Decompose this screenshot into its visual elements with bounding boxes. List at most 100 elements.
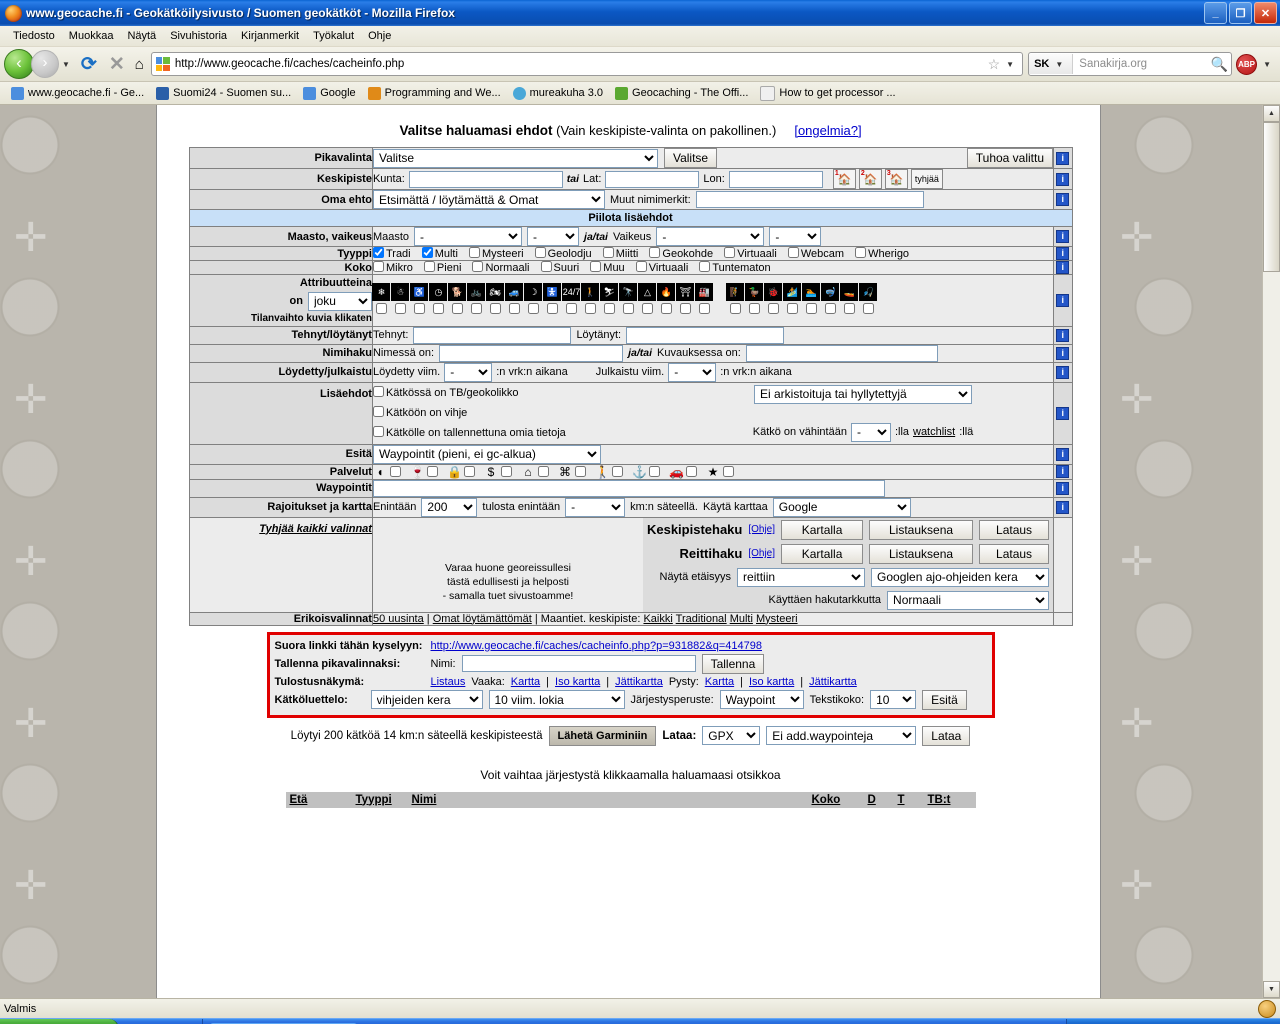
link-vaaka-iso-kartta[interactable]: Iso kartta <box>555 676 600 688</box>
tradi-checkbox[interactable] <box>373 247 384 258</box>
service-8-checkbox[interactable] <box>686 466 697 477</box>
close-button[interactable]: ✕ <box>1254 2 1277 24</box>
service-3-checkbox[interactable] <box>501 466 512 477</box>
checkbox-wherigo[interactable]: Wherigo <box>855 248 909 260</box>
bookmark-item[interactable]: www.geocache.fi - Ge... <box>6 86 149 101</box>
checkbox-geolodju[interactable]: Geolodju <box>535 248 592 260</box>
link-pysty-kartta[interactable]: Kartta <box>705 676 734 688</box>
attribute-a-6-checkbox[interactable] <box>490 303 501 314</box>
service-7-checkbox[interactable] <box>649 466 660 477</box>
info-nimihaku[interactable]: i <box>1054 344 1072 362</box>
info-esita[interactable]: i <box>1054 444 1072 464</box>
attribute-b-6-icon[interactable]: 🚤 <box>840 283 858 301</box>
link-omat-loytamattomat[interactable]: Omat löytämättömät <box>433 613 532 625</box>
kuvauksessa-input[interactable] <box>746 345 938 362</box>
julkaistu-days-select[interactable]: - <box>668 363 716 382</box>
keskipistehaku-help-link[interactable]: [Ohje] <box>748 524 775 535</box>
attribute-a-14-checkbox[interactable] <box>642 303 653 314</box>
column-eta[interactable]: Etä <box>286 792 352 808</box>
attribute-a-3-checkbox[interactable] <box>433 303 444 314</box>
checkbox-mikro[interactable]: Mikro <box>373 262 413 274</box>
attribute-a-1-checkbox[interactable] <box>395 303 406 314</box>
attribute-a-11-checkbox[interactable] <box>585 303 596 314</box>
attribute-a-7-checkbox[interactable] <box>509 303 520 314</box>
format-select[interactable]: GPX <box>702 726 760 745</box>
search-input[interactable]: Sanakirja.org <box>1073 58 1207 70</box>
checkbox-omia-tietoja[interactable]: Kätkölle on tallennettuna omia tietoja <box>373 423 673 443</box>
info-lisaehdot[interactable]: i <box>1054 382 1072 444</box>
oma-ehto-select[interactable]: Etsimättä / löytämättä & Omat <box>373 190 605 209</box>
lon-input[interactable] <box>729 171 823 188</box>
attribute-b-3-checkbox[interactable] <box>787 303 798 314</box>
bookmark-item[interactable]: mureakuha 3.0 <box>508 86 608 101</box>
column-tbt-link[interactable]: TB:t <box>928 794 951 806</box>
home-icon[interactable]: ⌂ <box>135 56 144 73</box>
column-koko[interactable]: Koko <box>808 792 864 808</box>
column-d[interactable]: D <box>864 792 894 808</box>
menu-sivuhistoria[interactable]: Sivuhistoria <box>163 28 234 44</box>
checkbox-pieni[interactable]: Pieni <box>424 262 461 274</box>
attribute-a-13-checkbox[interactable] <box>623 303 634 314</box>
tallenna-button[interactable]: Tallenna <box>702 654 765 674</box>
maasto-to-select[interactable]: - <box>527 227 579 246</box>
multi-checkbox[interactable] <box>422 247 433 258</box>
column-tbt[interactable]: TB:t <box>924 792 976 808</box>
checkbox-muu[interactable]: Muu <box>590 262 624 274</box>
attribute-a-4-checkbox[interactable] <box>452 303 463 314</box>
tyhjaa-kaikki-link[interactable]: Tyhjää kaikki valinnat <box>259 523 372 535</box>
attribute-a-10-icon[interactable]: 24/7 <box>562 283 580 301</box>
urlbar-dropdown-icon[interactable]: ▼ <box>1006 60 1014 69</box>
attribute-b-7-checkbox[interactable] <box>863 303 874 314</box>
scroll-down-button[interactable]: ▼ <box>1263 981 1280 998</box>
vaikeus-from-select[interactable]: - <box>656 227 764 246</box>
attribute-a-1-icon[interactable]: ☃ <box>391 283 409 301</box>
checkbox-tb-geokolikko[interactable]: Kätkössä on TB/geokolikko <box>373 383 673 403</box>
column-t-link[interactable]: T <box>898 794 905 806</box>
service-6-checkbox[interactable] <box>612 466 623 477</box>
back-button-icon[interactable]: ‹ <box>4 49 34 79</box>
attribute-a-9-icon[interactable]: 🚼 <box>543 283 561 301</box>
problems-link[interactable]: [ongelmia?] <box>794 123 861 138</box>
attribute-a-15-icon[interactable]: 🔥 <box>657 283 675 301</box>
normaali-checkbox[interactable] <box>472 261 483 272</box>
watchlist-link[interactable]: watchlist <box>913 426 955 438</box>
checkbox-koko-virtuaali[interactable]: Virtuaali <box>636 262 689 274</box>
info-waypointit[interactable]: i <box>1054 479 1072 497</box>
info-koko[interactable]: i <box>1054 261 1072 275</box>
attribute-a-16-checkbox[interactable] <box>680 303 691 314</box>
search-magnifier-icon[interactable]: 🔍 <box>1211 56 1228 73</box>
menu-nayta[interactable]: Näytä <box>120 28 163 44</box>
link-pysty-jattikartta[interactable]: Jättikartta <box>809 676 857 688</box>
keskipistehaku-kartalla-button[interactable]: Kartalla <box>781 520 863 540</box>
adblock-plus-icon[interactable]: ABP <box>1236 54 1257 75</box>
attribute-a-8-checkbox[interactable] <box>528 303 539 314</box>
nimimerkit-input[interactable] <box>696 191 924 208</box>
checkbox-normaali[interactable]: Normaali <box>472 262 529 274</box>
checkbox-vihje[interactable]: Kätköön on vihje <box>373 403 673 423</box>
scrollbar-thumb[interactable] <box>1263 122 1280 272</box>
lataa-button[interactable]: Lataa <box>922 726 970 746</box>
attribute-b-3-icon[interactable]: 🏄 <box>783 283 801 301</box>
bookmark-item[interactable]: Programming and We... <box>363 86 506 101</box>
mysteeri-checkbox[interactable] <box>469 247 480 258</box>
loydetty-days-select[interactable]: - <box>444 363 492 382</box>
link-mysteeri[interactable]: Mysteeri <box>756 613 798 625</box>
reittihaku-listauksena-button[interactable]: Listauksena <box>869 544 973 564</box>
attribute-a-8-icon[interactable]: ☽ <box>524 283 542 301</box>
link-kaikki[interactable]: Kaikki <box>643 613 672 625</box>
link-listaus[interactable]: Listaus <box>431 676 466 688</box>
shortcut-name-input[interactable] <box>462 655 696 672</box>
start-button[interactable]: Käynnistä <box>0 1019 119 1024</box>
stop-icon[interactable]: ✕ <box>109 53 125 76</box>
mikro-checkbox[interactable] <box>373 261 384 272</box>
nimessa-input[interactable] <box>439 345 623 362</box>
info-rajoitukset[interactable]: i <box>1054 497 1072 517</box>
info-maasto[interactable]: i <box>1054 227 1072 247</box>
textsize-select[interactable]: 10 <box>870 690 916 709</box>
keskipistehaku-listauksena-button[interactable]: Listauksena <box>869 520 973 540</box>
miitti-checkbox[interactable] <box>603 247 614 258</box>
info-tyyppi[interactable]: i <box>1054 247 1072 261</box>
esita-select[interactable]: Waypointit (pieni, ei gc-alkua) <box>373 445 601 464</box>
home-preset-3-button[interactable]: 3 🏠 <box>885 169 908 189</box>
bookmark-star-icon[interactable]: ☆ <box>988 56 1001 73</box>
